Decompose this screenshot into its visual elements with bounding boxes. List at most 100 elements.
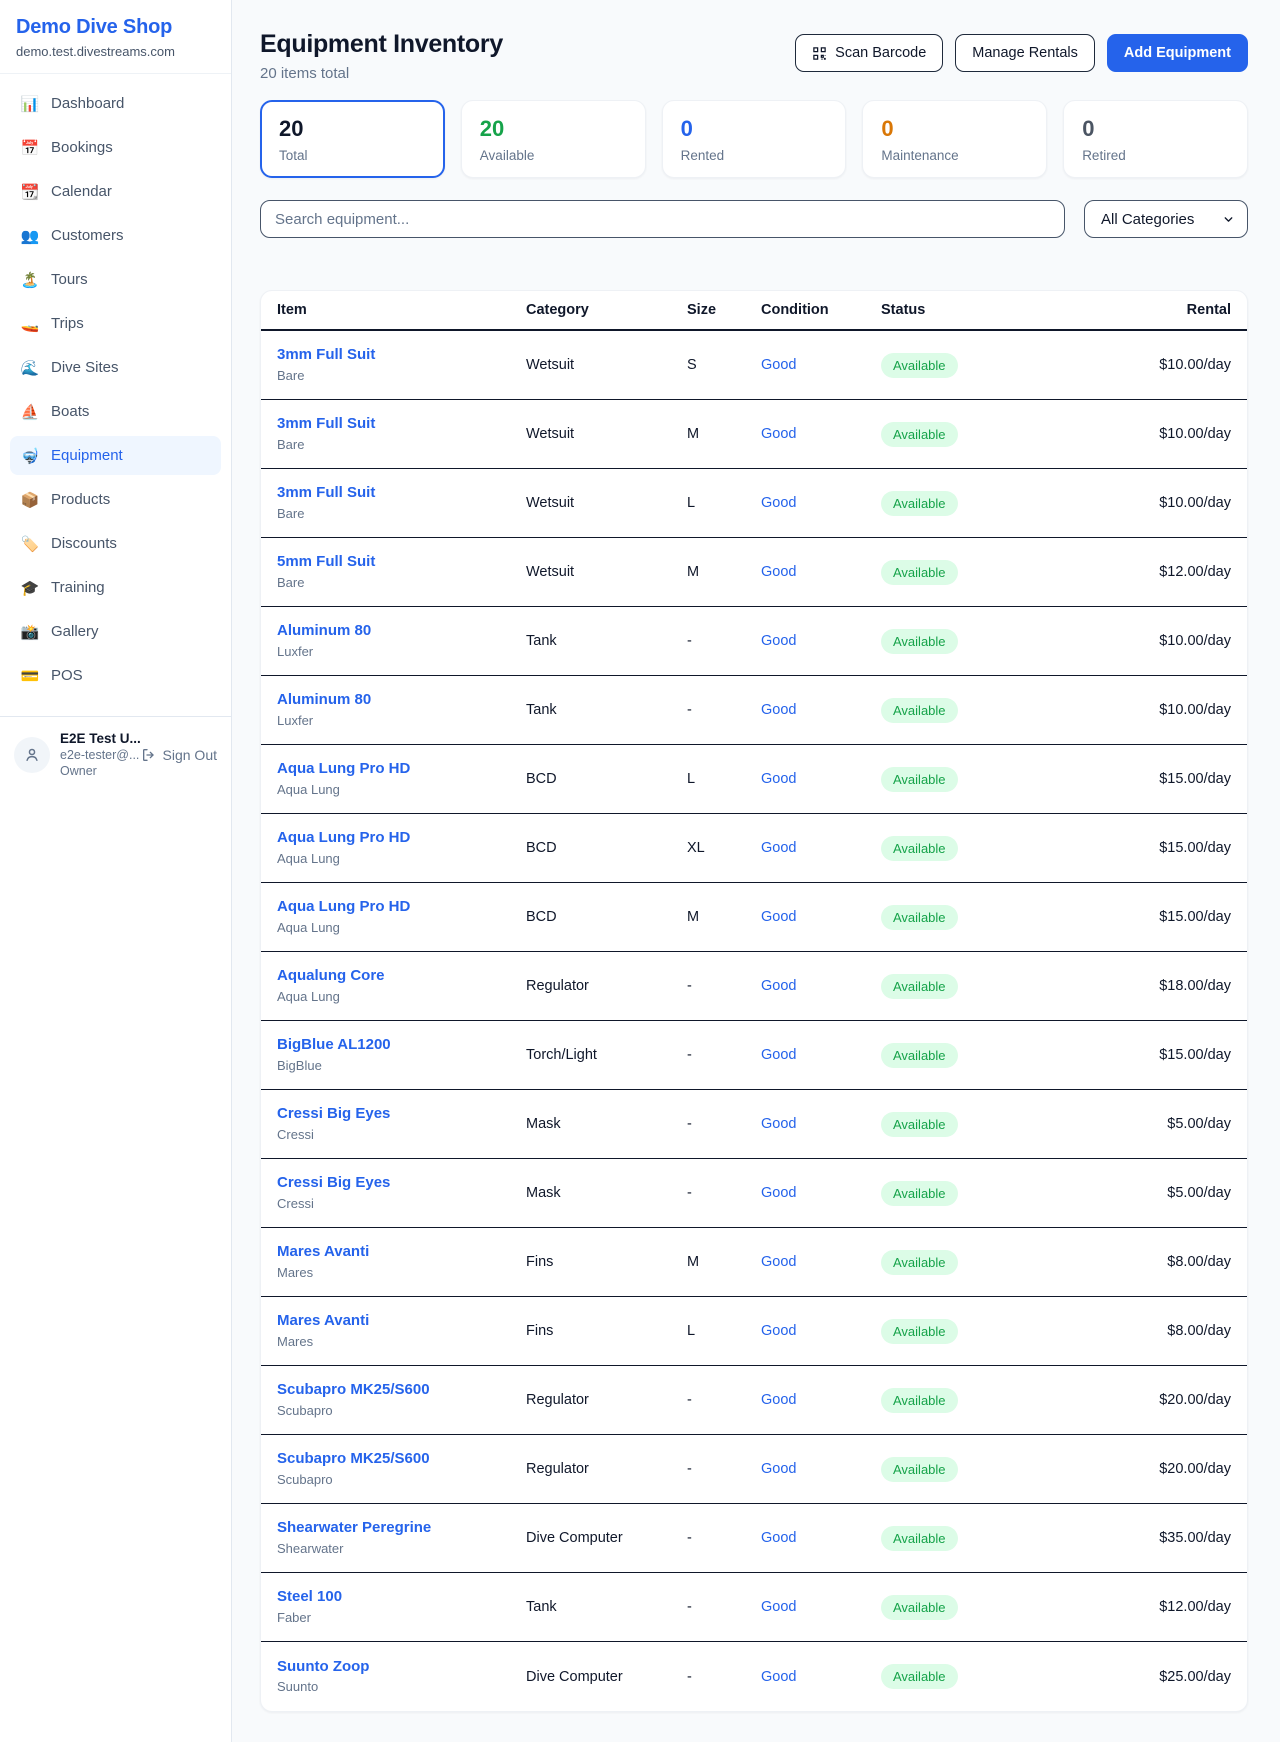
table-row[interactable]: BigBlue AL1200 BigBlue Torch/Light - Goo… — [261, 1021, 1247, 1090]
size-cell: - — [687, 633, 761, 649]
size-cell: M — [687, 564, 761, 580]
condition-link[interactable]: Good — [761, 1599, 881, 1615]
manage-rentals-button[interactable]: Manage Rentals — [955, 34, 1095, 72]
item-name-link[interactable]: Aqua Lung Pro HD — [277, 828, 526, 848]
item-name-link[interactable]: Aluminum 80 — [277, 621, 526, 641]
condition-link[interactable]: Good — [761, 357, 881, 373]
sidebar-item-products[interactable]: 📦 Products — [10, 480, 221, 519]
table-row[interactable]: 3mm Full Suit Bare Wetsuit M Good Availa… — [261, 400, 1247, 469]
table-body: 3mm Full Suit Bare Wetsuit S Good Availa… — [261, 331, 1247, 1711]
table-row[interactable]: Cressi Big Eyes Cressi Mask - Good Avail… — [261, 1159, 1247, 1228]
shop-name[interactable]: Demo Dive Shop — [16, 16, 215, 39]
condition-link[interactable]: Good — [761, 564, 881, 580]
sidebar-item-discounts[interactable]: 🏷️ Discounts — [10, 524, 221, 563]
table-row[interactable]: Aluminum 80 Luxfer Tank - Good Available… — [261, 676, 1247, 745]
condition-link[interactable]: Good — [761, 840, 881, 856]
condition-link[interactable]: Good — [761, 1669, 881, 1685]
item-name-link[interactable]: 3mm Full Suit — [277, 345, 526, 365]
item-name-link[interactable]: Cressi Big Eyes — [277, 1173, 526, 1193]
table-row[interactable]: Mares Avanti Mares Fins M Good Available… — [261, 1228, 1247, 1297]
category-select[interactable]: All Categories — [1084, 200, 1248, 238]
condition-link[interactable]: Good — [761, 495, 881, 511]
item-name-link[interactable]: 3mm Full Suit — [277, 483, 526, 503]
item-name-link[interactable]: Aluminum 80 — [277, 690, 526, 710]
size-cell: L — [687, 495, 761, 511]
condition-link[interactable]: Good — [761, 1047, 881, 1063]
table-row[interactable]: 5mm Full Suit Bare Wetsuit M Good Availa… — [261, 538, 1247, 607]
sidebar-item-trips[interactable]: 🚤 Trips — [10, 304, 221, 343]
status-badge: Available — [881, 1595, 958, 1620]
sidebar-item-calendar[interactable]: 📆 Calendar — [10, 172, 221, 211]
table-row[interactable]: Aqua Lung Pro HD Aqua Lung BCD M Good Av… — [261, 883, 1247, 952]
add-equipment-button[interactable]: Add Equipment — [1107, 34, 1248, 72]
condition-link[interactable]: Good — [761, 1116, 881, 1132]
table-row[interactable]: Cressi Big Eyes Cressi Mask - Good Avail… — [261, 1090, 1247, 1159]
table-row[interactable]: Shearwater Peregrine Shearwater Dive Com… — [261, 1504, 1247, 1573]
item-name-link[interactable]: Mares Avanti — [277, 1242, 526, 1262]
stat-card-total[interactable]: 20 Total — [260, 100, 445, 178]
sidebar-item-label: Products — [51, 491, 110, 508]
table-row[interactable]: 3mm Full Suit Bare Wetsuit L Good Availa… — [261, 469, 1247, 538]
sidebar-item-training[interactable]: 🎓 Training — [10, 568, 221, 607]
sidebar-item-dive-sites[interactable]: 🌊 Dive Sites — [10, 348, 221, 387]
table-row[interactable]: Mares Avanti Mares Fins L Good Available… — [261, 1297, 1247, 1366]
table-row[interactable]: Steel 100 Faber Tank - Good Available $1… — [261, 1573, 1247, 1642]
condition-link[interactable]: Good — [761, 1254, 881, 1270]
condition-link[interactable]: Good — [761, 1323, 881, 1339]
stats-row: 20 Total 20 Available 0 Rented 0 Mainten… — [260, 100, 1248, 178]
sidebar-item-pos[interactable]: 💳 POS — [10, 656, 221, 695]
item-name-link[interactable]: Aqualung Core — [277, 966, 526, 986]
table-row[interactable]: Aqualung Core Aqua Lung Regulator - Good… — [261, 952, 1247, 1021]
table-row[interactable]: 3mm Full Suit Bare Wetsuit S Good Availa… — [261, 331, 1247, 400]
sign-out-button[interactable]: Sign Out — [141, 747, 217, 763]
stat-card-rented[interactable]: 0 Rented — [662, 100, 847, 178]
sidebar-item-tours[interactable]: 🏝️ Tours — [10, 260, 221, 299]
barcode-scan-icon — [812, 46, 827, 61]
item-name-link[interactable]: Suunto Zoop — [277, 1657, 526, 1677]
item-name-link[interactable]: Steel 100 — [277, 1587, 526, 1607]
condition-link[interactable]: Good — [761, 909, 881, 925]
item-name-link[interactable]: Scubapro MK25/S600 — [277, 1380, 526, 1400]
condition-link[interactable]: Good — [761, 633, 881, 649]
sailboat-icon: ⛵ — [20, 403, 40, 421]
condition-link[interactable]: Good — [761, 978, 881, 994]
item-name-link[interactable]: Mares Avanti — [277, 1311, 526, 1331]
table-row[interactable]: Suunto Zoop Suunto Dive Computer - Good … — [261, 1642, 1247, 1711]
sidebar-item-dashboard[interactable]: 📊 Dashboard — [10, 84, 221, 123]
condition-link[interactable]: Good — [761, 1185, 881, 1201]
item-brand: Suunto — [277, 1679, 526, 1696]
table-row[interactable]: Aluminum 80 Luxfer Tank - Good Available… — [261, 607, 1247, 676]
sidebar-item-boats[interactable]: ⛵ Boats — [10, 392, 221, 431]
stat-card-maintenance[interactable]: 0 Maintenance — [862, 100, 1047, 178]
sidebar-item-equipment[interactable]: 🤿 Equipment — [10, 436, 221, 475]
item-name-link[interactable]: Aqua Lung Pro HD — [277, 897, 526, 917]
condition-link[interactable]: Good — [761, 1530, 881, 1546]
search-input[interactable] — [260, 200, 1065, 238]
item-brand: Scubapro — [277, 1403, 526, 1420]
item-brand: Aqua Lung — [277, 782, 526, 799]
item-name-link[interactable]: Shearwater Peregrine — [277, 1518, 526, 1538]
item-name-link[interactable]: BigBlue AL1200 — [277, 1035, 526, 1055]
scan-barcode-button[interactable]: Scan Barcode — [795, 34, 943, 72]
condition-link[interactable]: Good — [761, 1392, 881, 1408]
table-row[interactable]: Scubapro MK25/S600 Scubapro Regulator - … — [261, 1435, 1247, 1504]
sidebar: Demo Dive Shop demo.test.divestreams.com… — [0, 0, 232, 1742]
table-row[interactable]: Aqua Lung Pro HD Aqua Lung BCD L Good Av… — [261, 745, 1247, 814]
sidebar-item-bookings[interactable]: 📅 Bookings — [10, 128, 221, 167]
sidebar-item-gallery[interactable]: 📸 Gallery — [10, 612, 221, 651]
item-name-link[interactable]: Cressi Big Eyes — [277, 1104, 526, 1124]
sidebar-item-customers[interactable]: 👥 Customers — [10, 216, 221, 255]
item-name-link[interactable]: 3mm Full Suit — [277, 414, 526, 434]
item-name-link[interactable]: Aqua Lung Pro HD — [277, 759, 526, 779]
item-name-link[interactable]: Scubapro MK25/S600 — [277, 1449, 526, 1469]
condition-link[interactable]: Good — [761, 771, 881, 787]
condition-link[interactable]: Good — [761, 702, 881, 718]
stat-card-available[interactable]: 20 Available — [461, 100, 646, 178]
item-brand: Mares — [277, 1265, 526, 1282]
condition-link[interactable]: Good — [761, 426, 881, 442]
item-name-link[interactable]: 5mm Full Suit — [277, 552, 526, 572]
condition-link[interactable]: Good — [761, 1461, 881, 1477]
stat-card-retired[interactable]: 0 Retired — [1063, 100, 1248, 178]
table-row[interactable]: Scubapro MK25/S600 Scubapro Regulator - … — [261, 1366, 1247, 1435]
table-row[interactable]: Aqua Lung Pro HD Aqua Lung BCD XL Good A… — [261, 814, 1247, 883]
